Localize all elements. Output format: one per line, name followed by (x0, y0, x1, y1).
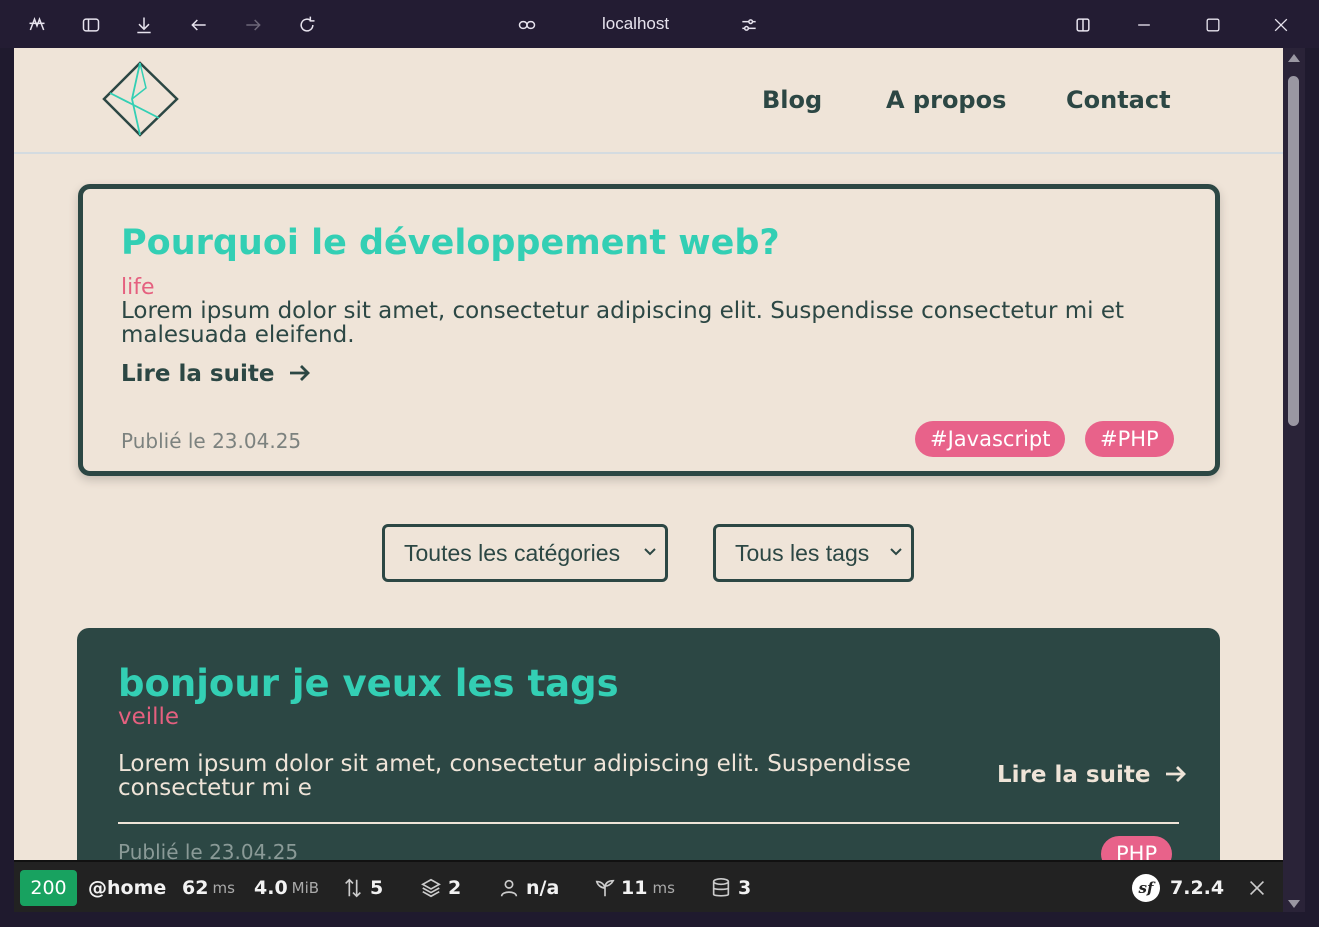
category-select[interactable]: Toutes les catégories (382, 524, 668, 582)
database-item[interactable]: 3 (710, 862, 751, 914)
twig-time: 11 (621, 877, 648, 899)
memory-value: 4.0 (254, 877, 288, 899)
forward-arrow-icon[interactable] (240, 12, 266, 38)
address-bar[interactable]: localhost (602, 14, 669, 34)
route-name: @home (88, 877, 167, 899)
close-icon (1249, 880, 1265, 896)
database-icon (712, 878, 730, 897)
link-icon[interactable] (514, 12, 540, 38)
twig-item[interactable]: 11 ms (594, 862, 675, 914)
time-value: 62 (182, 877, 209, 899)
nav-contact[interactable]: Contact (1066, 86, 1171, 114)
arrow-right-icon (290, 365, 311, 381)
nav-a-propos[interactable]: A propos (886, 86, 1006, 114)
post-divider (118, 822, 1179, 824)
site-settings-icon[interactable] (736, 12, 762, 38)
back-arrow-icon[interactable] (186, 12, 212, 38)
arrow-right-icon (1166, 766, 1187, 782)
site-header: Blog A propos Contact (14, 48, 1283, 154)
post-category: veille (118, 704, 180, 730)
tag-javascript[interactable]: #Javascript (915, 421, 1066, 457)
symfony-version: 7.2.4 (1170, 877, 1225, 899)
window-frame (0, 48, 14, 912)
layers-count: 2 (448, 877, 462, 899)
post-card: bonjour je veux les tags veille Lorem ip… (77, 628, 1220, 860)
tags-select-value: Tous les tags (735, 540, 870, 566)
time-unit: ms (212, 879, 235, 897)
chevron-down-icon (890, 548, 902, 556)
time-item[interactable]: 62 ms (182, 862, 235, 914)
featured-post-title[interactable]: Pourquoi le développement web? (121, 223, 780, 263)
twig-icon (595, 879, 615, 897)
chevron-down-icon (644, 548, 656, 556)
logo-icon[interactable] (102, 60, 180, 138)
twig-unit: ms (652, 879, 675, 897)
read-more-label: Lire la suite (121, 361, 275, 387)
status-badge[interactable]: 200 (20, 870, 77, 906)
tags-select[interactable]: Tous les tags (713, 524, 914, 582)
download-icon[interactable] (131, 12, 157, 38)
post-title[interactable]: bonjour je veux les tags (118, 662, 619, 705)
http-requests-icon (345, 878, 361, 898)
db-query-count: 3 (738, 877, 752, 899)
post-date: Publié le 23.04.25 (118, 840, 299, 860)
layers-icon (421, 878, 441, 898)
sidebar-icon[interactable] (78, 12, 104, 38)
requests-count: 5 (370, 877, 384, 899)
symfony-debug-toolbar: 200 @home 62 ms 4.0 MiB 5 2 n/a 11 ms 3 … (14, 860, 1283, 912)
featured-read-more-link[interactable]: Lire la suite (121, 361, 312, 387)
forms-item[interactable]: 2 (420, 862, 461, 914)
reload-icon[interactable] (294, 12, 320, 38)
close-icon[interactable] (1268, 12, 1294, 38)
featured-post-category: life (121, 275, 155, 300)
page-viewport: Blog A propos Contact Pourquoi le dévelo… (14, 48, 1283, 860)
read-more-label: Lire la suite (997, 762, 1151, 788)
post-read-more-link[interactable]: Lire la suite (997, 762, 1188, 788)
scrollbar-thumb[interactable] (1288, 76, 1299, 426)
maximize-icon[interactable] (1200, 12, 1226, 38)
requests-item[interactable]: 5 (342, 862, 383, 914)
featured-post-date: Publié le 23.04.25 (121, 429, 302, 453)
user-value: n/a (526, 877, 560, 899)
featured-post-card: Pourquoi le développement web? life Lore… (78, 184, 1220, 476)
symfony-version-item[interactable]: sf 7.2.4 (1132, 862, 1224, 914)
post-excerpt: Lorem ipsum dolor sit amet, consectetur … (118, 751, 911, 801)
toolbar-close-button[interactable] (1246, 862, 1268, 914)
scroll-up-icon[interactable] (1288, 54, 1300, 62)
memory-item[interactable]: 4.0 MiB (254, 862, 319, 914)
user-icon (500, 879, 518, 897)
route-item[interactable]: @home (88, 862, 166, 914)
browser-toolbar: localhost (0, 0, 1319, 48)
window-frame (0, 912, 1319, 927)
nav-blog[interactable]: Blog (762, 86, 822, 114)
tag-php[interactable]: PHP (1101, 836, 1173, 860)
split-view-icon[interactable] (1070, 12, 1096, 38)
memory-unit: MiB (291, 879, 320, 897)
symfony-logo-icon: sf (1132, 874, 1160, 902)
app-icon[interactable] (24, 12, 50, 38)
category-select-value: Toutes les catégories (404, 540, 621, 566)
featured-post-excerpt: Lorem ipsum dolor sit amet, consectetur … (121, 298, 1124, 348)
tag-php[interactable]: #PHP (1085, 421, 1174, 457)
scroll-down-icon[interactable] (1288, 900, 1300, 908)
security-item[interactable]: n/a (498, 862, 559, 914)
minimize-icon[interactable] (1131, 12, 1157, 38)
scrollbar[interactable] (1283, 48, 1305, 912)
